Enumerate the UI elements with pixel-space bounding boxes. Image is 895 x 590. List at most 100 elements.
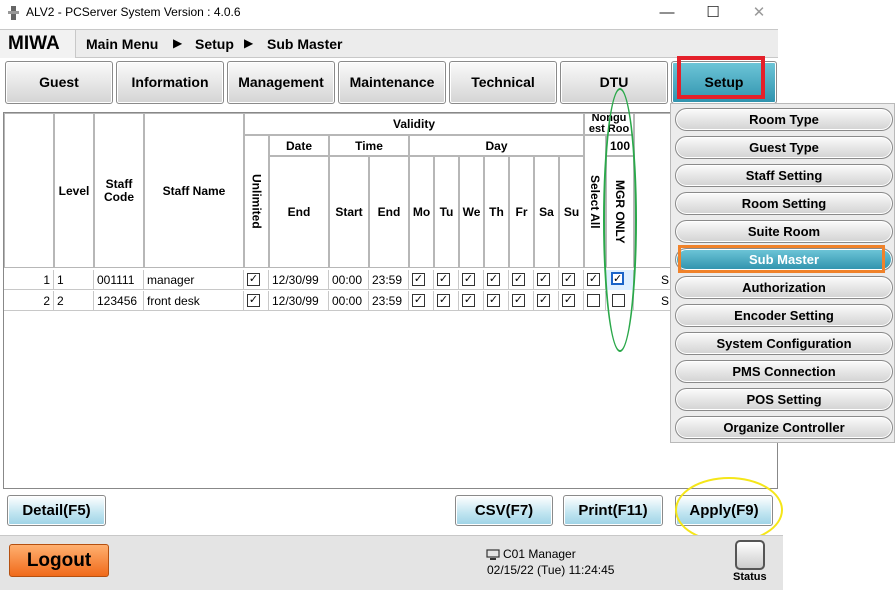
day-su-checkbox[interactable] (562, 294, 575, 307)
table-row[interactable]: 1 1 001111 manager 12/30/99 00:00 23:59 … (4, 270, 672, 290)
logout-button[interactable]: Logout (9, 544, 109, 577)
row-staff-code: 123456 (94, 291, 144, 311)
maximize-button[interactable]: ☐ (698, 2, 728, 24)
detail-button[interactable]: Detail(F5) (7, 495, 106, 526)
day-fr-checkbox[interactable] (512, 273, 525, 286)
day-su-checkbox[interactable] (562, 273, 575, 286)
menu-item-pms-connection[interactable]: PMS Connection (675, 360, 893, 383)
breadcrumb-main-menu[interactable]: Main Menu (86, 36, 158, 52)
day-sa-checkbox[interactable] (537, 294, 550, 307)
menu-item-authorization[interactable]: Authorization (675, 276, 893, 299)
row-end-time: 23:59 (369, 270, 409, 290)
table-header: Level Staff Code Staff Name Validity Unl… (4, 113, 672, 268)
select-all-checkbox[interactable] (587, 294, 600, 307)
header-date-end[interactable]: End (269, 156, 329, 268)
row-staff-code: 001111 (94, 270, 144, 290)
tab-maintenance[interactable]: Maintenance (338, 61, 446, 104)
tab-management[interactable]: Management (227, 61, 335, 104)
menu-item-organize-controller[interactable]: Organize Controller (675, 416, 893, 439)
day-sa-checkbox[interactable] (537, 273, 550, 286)
tab-guest[interactable]: Guest (5, 61, 113, 104)
current-datetime: 02/15/22 (Tue) 11:24:45 (487, 563, 615, 577)
header-time-start[interactable]: Start (329, 156, 369, 268)
header-day-sa[interactable]: Sa (534, 156, 559, 268)
print-button[interactable]: Print(F11) (563, 495, 663, 526)
header-validity: Validity (244, 113, 584, 135)
day-fr-checkbox[interactable] (512, 294, 525, 307)
row-number: 2 (4, 291, 54, 311)
header-day-we[interactable]: We (459, 156, 484, 268)
setup-highlight-box (677, 56, 765, 99)
header-staff-code[interactable]: Staff Code (94, 113, 144, 268)
menu-item-staff-setting[interactable]: Staff Setting (675, 164, 893, 187)
day-tu-checkbox[interactable] (437, 273, 450, 286)
header-extra-column (634, 113, 672, 268)
current-user: C01 Manager (503, 547, 576, 561)
day-we-checkbox[interactable] (462, 294, 475, 307)
header-day-mo[interactable]: Mo (409, 156, 434, 268)
header-row-number (4, 113, 54, 268)
header-select-all-label: Select All (588, 174, 602, 229)
header-time: Time (329, 135, 409, 156)
menu-item-room-type[interactable]: Room Type (675, 108, 893, 131)
table-row[interactable]: 2 2 123456 front desk 12/30/99 00:00 23:… (4, 291, 672, 311)
header-day-fr[interactable]: Fr (509, 156, 534, 268)
day-th-checkbox[interactable] (487, 294, 500, 307)
menu-item-suite-room[interactable]: Suite Room (675, 220, 893, 243)
menu-item-guest-type[interactable]: Guest Type (675, 136, 893, 159)
tab-information[interactable]: Information (116, 61, 224, 104)
close-button[interactable]: ✕ (744, 2, 774, 24)
menu-item-room-setting[interactable]: Room Setting (675, 192, 893, 215)
row-end-time: 23:59 (369, 291, 409, 311)
day-mo-checkbox[interactable] (412, 273, 425, 286)
header-staff-name[interactable]: Staff Name (144, 113, 244, 268)
row-staff-name: manager (144, 270, 244, 290)
app-icon (8, 6, 19, 20)
unlimited-checkbox[interactable] (247, 294, 260, 307)
header-time-end[interactable]: End (369, 156, 409, 268)
row-number: 1 (4, 270, 54, 290)
csv-button[interactable]: CSV(F7) (455, 495, 553, 526)
row-staff-name: front desk (144, 291, 244, 311)
row-end-date: 12/30/99 (269, 270, 329, 290)
menu-item-system-configuration[interactable]: System Configuration (675, 332, 893, 355)
row-level: 2 (54, 291, 94, 311)
window-title: ALV2 - PCServer System Version : 4.0.6 (26, 5, 241, 19)
staff-table: Level Staff Code Staff Name Validity Unl… (3, 112, 778, 489)
annotation-ellipse-yellow (675, 477, 783, 543)
row-end-date: 12/30/99 (269, 291, 329, 311)
brand-logo: MIWA (0, 30, 76, 58)
header-day-su[interactable]: Su (559, 156, 584, 268)
breadcrumb-setup[interactable]: Setup (195, 36, 234, 52)
window-title-bar: ALV2 - PCServer System Version : 4.0.6 —… (0, 0, 783, 28)
annotation-ellipse-green (603, 88, 637, 352)
status-icon[interactable] (735, 540, 765, 570)
header-unlimited[interactable]: Unlimited (244, 135, 269, 268)
day-th-checkbox[interactable] (487, 273, 500, 286)
tab-technical[interactable]: Technical (449, 61, 557, 104)
header-level[interactable]: Level (54, 113, 94, 268)
breadcrumb-arrow-icon: ▶ (173, 36, 183, 50)
day-tu-checkbox[interactable] (437, 294, 450, 307)
minimize-button[interactable]: — (652, 2, 682, 24)
breadcrumb: MIWA Main Menu ▶ Setup ▶ Sub Master (0, 29, 778, 58)
setup-dropdown-menu: Room Type Guest Type Staff Setting Room … (670, 103, 895, 443)
header-date: Date (269, 135, 329, 156)
header-day: Day (409, 135, 584, 156)
row-extra: S (660, 294, 669, 308)
day-we-checkbox[interactable] (462, 273, 475, 286)
row-start-time: 00:00 (329, 270, 369, 290)
menu-item-encoder-setting[interactable]: Encoder Setting (675, 304, 893, 327)
unlimited-checkbox[interactable] (247, 273, 260, 286)
day-mo-checkbox[interactable] (412, 294, 425, 307)
breadcrumb-sub-master: Sub Master (267, 36, 343, 52)
select-all-checkbox[interactable] (587, 273, 600, 286)
menu-item-pos-setting[interactable]: POS Setting (675, 388, 893, 411)
header-day-th[interactable]: Th (484, 156, 509, 268)
row-level: 1 (54, 270, 94, 290)
breadcrumb-arrow-icon: ▶ (244, 36, 254, 50)
row-start-time: 00:00 (329, 291, 369, 311)
header-day-tu[interactable]: Tu (434, 156, 459, 268)
status-label[interactable]: Status (733, 571, 767, 583)
header-unlimited-label: Unlimited (249, 174, 264, 229)
